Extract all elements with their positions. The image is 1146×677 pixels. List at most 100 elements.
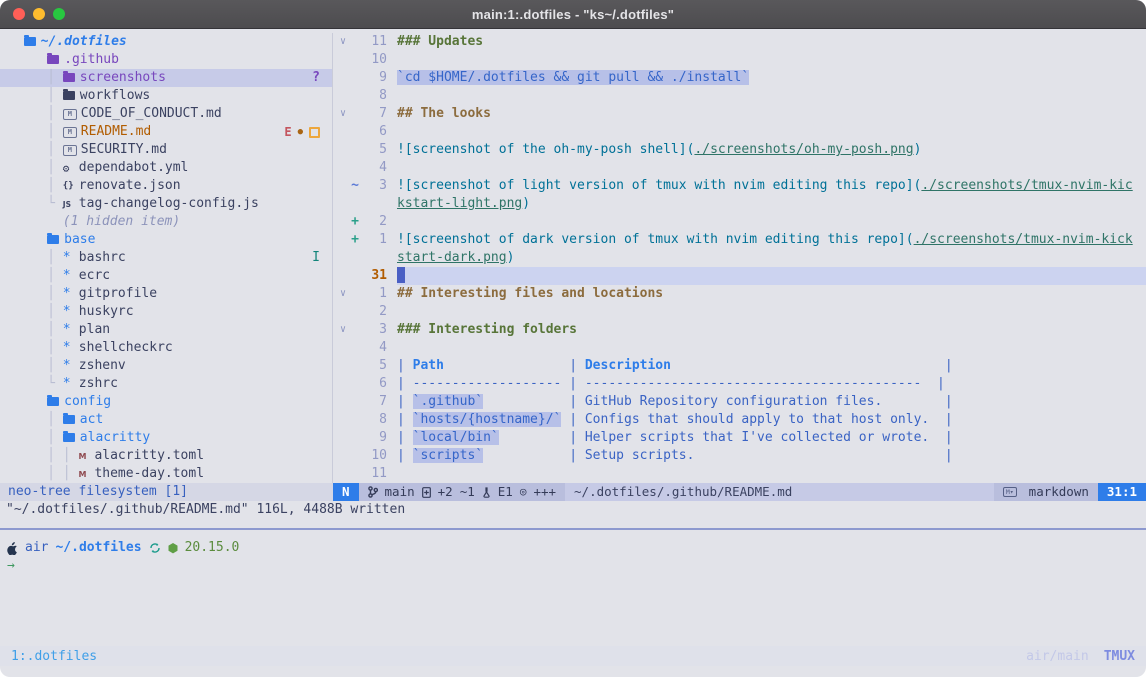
editor-line[interactable]: 4 — [333, 159, 1146, 177]
editor-line[interactable]: start-dark.png) — [333, 249, 1146, 267]
sign-column — [349, 339, 361, 357]
editor-line[interactable]: 4 — [333, 339, 1146, 357]
sidebar-item[interactable]: (1 hidden item) — [0, 213, 332, 231]
sidebar-item[interactable]: └ *zshrc — [0, 375, 332, 393]
close-button[interactable] — [13, 8, 25, 20]
tree-guide: │ — [8, 267, 63, 285]
editor-line[interactable]: 2 — [333, 303, 1146, 321]
sidebar-item[interactable]: │ workflows — [0, 87, 332, 105]
markdown-link[interactable]: start-dark.png — [397, 250, 507, 265]
line-number: 9 — [361, 429, 387, 447]
diagnostics-errors: E1 — [498, 483, 513, 501]
sidebar-item[interactable]: │ *shellcheckrc — [0, 339, 332, 357]
sidebar-item-label: base — [64, 231, 95, 249]
editor-line[interactable]: 11 — [333, 465, 1146, 483]
text-segment: | GitHub Repository configuration files.… — [483, 394, 953, 409]
record-icon: ◎ — [520, 483, 527, 501]
sidebar-item[interactable]: │ ⚙dependabot.yml — [0, 159, 332, 177]
editor-line[interactable]: 9 | `local/bin` | Helper scripts that I'v… — [333, 429, 1146, 447]
editor-line[interactable]: 9`cd $HOME/.dotfiles && git pull && ./in… — [333, 69, 1146, 87]
prompt-input-line[interactable]: → — [0, 557, 1146, 575]
diff-added: +2 — [438, 483, 453, 501]
tmux-window-tab[interactable]: 1:.dotfiles — [11, 649, 97, 664]
sidebar-item[interactable]: │ *ecrc — [0, 267, 332, 285]
titlebar: main:1:.dotfiles - "ks~/.dotfiles" — [0, 0, 1146, 29]
line-number — [361, 249, 387, 267]
editor-line[interactable]: 5![screenshot of the oh-my-posh shell](.… — [333, 141, 1146, 159]
sidebar-item[interactable]: │ *bashrcI — [0, 249, 332, 267]
fold-column — [337, 213, 349, 231]
line-number: 6 — [361, 123, 387, 141]
editor-line[interactable]: 6| ------------------- | ---------------… — [333, 375, 1146, 393]
fold-chevron-icon[interactable]: ∨ — [337, 285, 349, 303]
zoom-button[interactable] — [53, 8, 65, 20]
sign-column — [349, 375, 361, 393]
sidebar-item[interactable]: │ alacritty — [0, 429, 332, 447]
editor-line[interactable]: kstart-light.png) — [333, 195, 1146, 213]
minimize-button[interactable] — [33, 8, 45, 20]
git-branch-icon — [368, 486, 378, 498]
sidebar-item[interactable]: │ │ Mtheme-day.toml — [0, 465, 332, 483]
editor-line[interactable]: ~3![screenshot of light version of tmux … — [333, 177, 1146, 195]
sidebar-item[interactable]: │ *zshenv — [0, 357, 332, 375]
editor-line[interactable]: ∨3### Interesting folders — [333, 321, 1146, 339]
fold-chevron-icon[interactable]: ∨ — [337, 33, 349, 51]
sidebar-item[interactable]: │ │ Malacritty.toml — [0, 447, 332, 465]
line-number: 10 — [361, 51, 387, 69]
markdown-link[interactable]: ./screenshots/tmux-nvim-kic — [921, 178, 1132, 193]
editor-line[interactable]: ∨1## Interesting files and locations — [333, 285, 1146, 303]
editor-line[interactable]: 6 — [333, 123, 1146, 141]
sidebar-item[interactable]: │ *plan — [0, 321, 332, 339]
markdown-link[interactable]: ./screenshots/tmux-nvim-kick — [914, 232, 1133, 247]
line-text: ![screenshot of light version of tmux wi… — [397, 177, 1146, 195]
asterisk-icon: * — [63, 249, 76, 267]
status-badge: ? — [312, 69, 320, 87]
markdown-link[interactable]: ./screenshots/oh-my-posh.png — [694, 142, 913, 157]
line-number: 2 — [361, 213, 387, 231]
sign-column — [349, 447, 361, 465]
markdown-link[interactable]: kstart-light.png — [397, 196, 522, 211]
fold-chevron-icon[interactable]: ∨ — [337, 105, 349, 123]
fold-column — [337, 159, 349, 177]
sidebar-item[interactable]: ~/.dotfiles — [0, 33, 332, 51]
editor-line[interactable]: +1![screenshot of dark version of tmux w… — [333, 231, 1146, 249]
sidebar-item[interactable]: │ MSECURITY.md — [0, 141, 332, 159]
line-text: | `local/bin` | Helper scripts that I've… — [397, 429, 1146, 447]
editor-line[interactable]: ∨7## The looks — [333, 105, 1146, 123]
sign-column — [349, 285, 361, 303]
sidebar-item[interactable]: └ JStag-changelog-config.js — [0, 195, 332, 213]
editor-line[interactable]: 10| `scripts` | Setup scripts. | — [333, 447, 1146, 465]
editor-pane[interactable]: ∨11### Updates109`cd $HOME/.dotfiles && … — [332, 33, 1146, 483]
git-sync-icon — [149, 542, 161, 554]
sidebar-item[interactable]: │ *gitprofile — [0, 285, 332, 303]
line-text: `cd $HOME/.dotfiles && git pull && ./ins… — [397, 69, 1146, 87]
sidebar-item[interactable]: .github — [0, 51, 332, 69]
asterisk-icon: * — [63, 339, 76, 357]
sidebar-item[interactable]: │ *huskyrc — [0, 303, 332, 321]
shell-pane[interactable]: air ~/.dotfiles 20.15.0 → — [0, 539, 1146, 575]
asterisk-icon: * — [63, 285, 76, 303]
sign-column — [349, 249, 361, 267]
editor-line[interactable]: 7| `.github` | GitHub Repository configu… — [333, 393, 1146, 411]
editor-line[interactable]: 8 — [333, 87, 1146, 105]
editor-line[interactable]: ∨11### Updates — [333, 33, 1146, 51]
sidebar-item[interactable]: │ {}renovate.json — [0, 177, 332, 195]
sidebar-item[interactable]: config — [0, 393, 332, 411]
editor-line[interactable]: 5| Path | Description | — [333, 357, 1146, 375]
tmux-pane-border[interactable] — [0, 528, 1146, 530]
editor-line[interactable]: 10 — [333, 51, 1146, 69]
apple-icon — [7, 542, 18, 555]
line-number: 31 — [361, 267, 387, 285]
sidebar-item[interactable]: │ act — [0, 411, 332, 429]
sidebar-item[interactable]: │ MREADME.mdE● — [0, 123, 332, 141]
editor-line[interactable]: 8| `hosts/{hostname}/` | Configs that sh… — [333, 411, 1146, 429]
fold-chevron-icon[interactable]: ∨ — [337, 321, 349, 339]
editor-line[interactable]: +2 — [333, 213, 1146, 231]
tree-guide: │ — [8, 357, 63, 375]
sidebar-item[interactable]: base — [0, 231, 332, 249]
toml-icon: M — [78, 470, 91, 479]
sidebar-item[interactable]: │ MCODE_OF_CONDUCT.md — [0, 105, 332, 123]
editor-line[interactable]: 31 — [333, 267, 1146, 285]
sidebar-item[interactable]: │ screenshots? — [0, 69, 332, 87]
asterisk-icon: * — [63, 357, 76, 375]
